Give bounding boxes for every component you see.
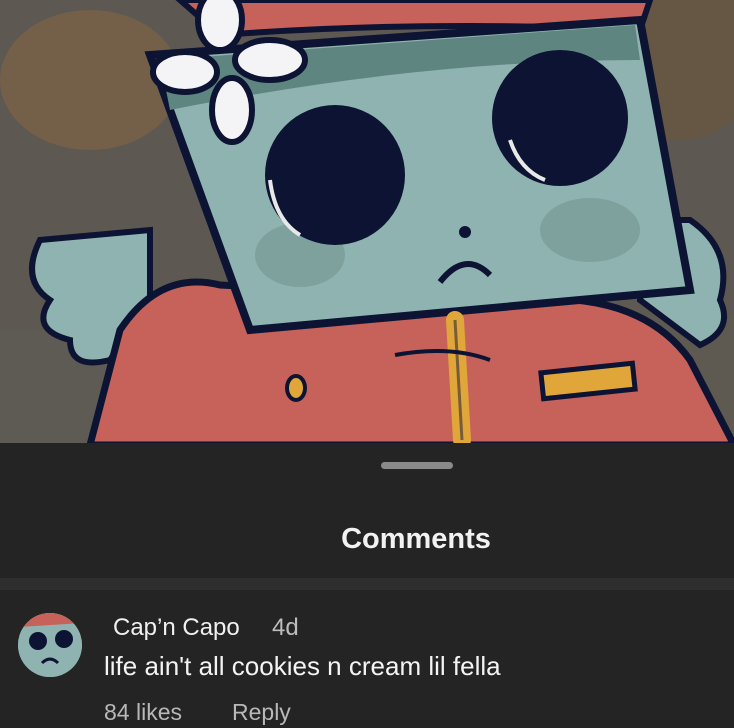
comment-username[interactable]: Cap’n Capo <box>113 614 240 642</box>
avatar[interactable] <box>18 613 82 677</box>
divider <box>0 578 734 590</box>
likes-count[interactable]: 84 likes <box>104 699 182 726</box>
reply-button[interactable]: Reply <box>232 699 291 726</box>
avatar-image <box>18 613 82 677</box>
comments-title: Comments <box>341 523 491 555</box>
cartoon-artwork-image <box>0 0 734 445</box>
drag-handle[interactable] <box>381 462 453 469</box>
comments-sheet: Comments Cap’n Capo 4d life ain't all co… <box>0 443 734 728</box>
comment-text: life ain't all cookies n cream lil fella <box>104 651 501 681</box>
comment-timestamp: 4d <box>272 614 299 641</box>
